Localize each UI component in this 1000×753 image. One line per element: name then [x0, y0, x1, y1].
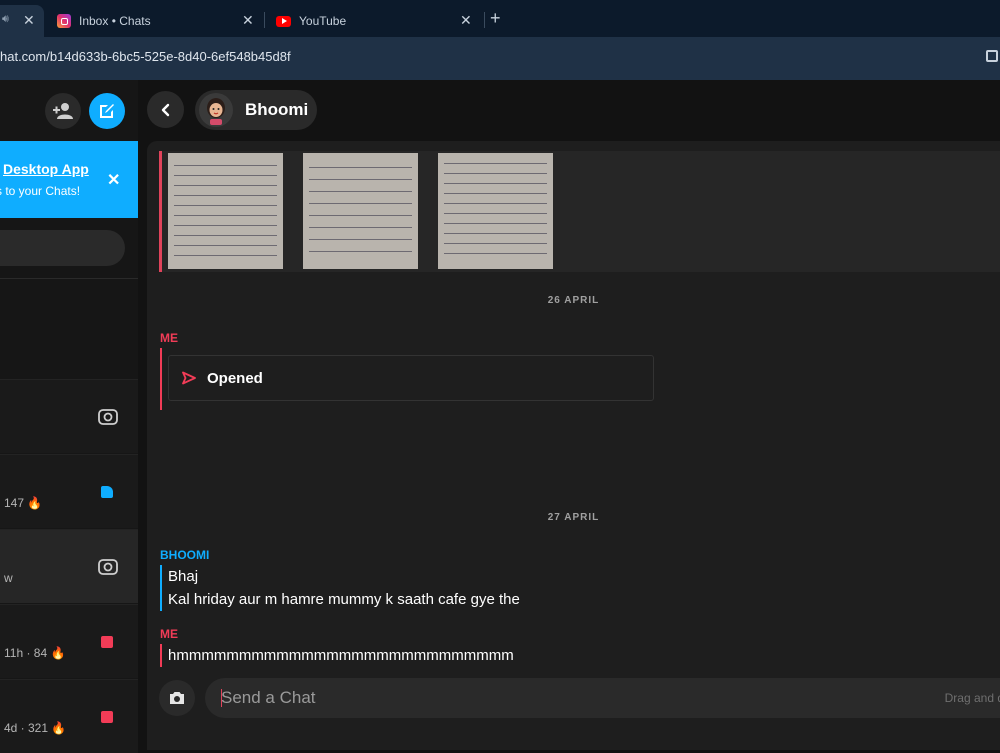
chat-list-item[interactable]: 11h · 84 🔥 [0, 604, 138, 678]
sender-label: ME [160, 331, 178, 345]
camera-icon[interactable] [98, 407, 118, 430]
sent-arrow-icon [182, 371, 196, 385]
sender-label: BHOOMI [160, 548, 210, 562]
tab-close-icon[interactable]: ✕ [23, 12, 35, 29]
speaker-icon: 🔊︎ [2, 13, 9, 25]
chat-meta: 147 🔥 [4, 496, 43, 510]
date-separator: 26 APRIL [547, 295, 600, 306]
avatar [199, 93, 233, 127]
camera-button[interactable] [159, 680, 195, 716]
message-block: hmmmmmmmmmmmmmmmmmmmmmmmmmmm [160, 644, 514, 667]
sidebar: Desktop App s to your Chats! ✕ 147 🔥 w 1… [0, 80, 138, 753]
camera-icon [170, 692, 184, 704]
chat-list-item[interactable]: 4d · 321 🔥 [0, 679, 138, 753]
tab-title: Inbox • Chats [79, 14, 151, 28]
message-text: Bhaj [168, 568, 199, 585]
search-input[interactable] [0, 230, 125, 266]
new-chat-button[interactable] [89, 93, 125, 129]
browser-tab-bar: 🔊︎ ✕ Inbox • Chats ✕ YouTube ✕ + [0, 0, 1000, 37]
tab-close-icon[interactable]: ✕ [460, 12, 472, 29]
browser-tab-snapchat[interactable]: 🔊︎ ✕ [0, 5, 44, 37]
friend-name: Bhoomi [245, 100, 309, 119]
send-chat-input[interactable] [221, 678, 921, 718]
chat-meta: 4d · 321 🔥 [4, 721, 67, 735]
message-text: hmmmmmmmmmmmmmmmmmmmmmmmmmmm [168, 647, 514, 664]
chevron-left-icon [161, 103, 169, 116]
banner-title[interactable]: Desktop App [3, 161, 89, 177]
tab-close-icon[interactable]: ✕ [242, 12, 254, 29]
back-button[interactable] [147, 91, 184, 128]
banner-close-icon[interactable]: ✕ [107, 170, 120, 190]
cast-icon[interactable] [986, 50, 998, 62]
snap-square-icon [101, 711, 113, 723]
chat-meta: w [4, 571, 13, 585]
chat-list-item[interactable]: w [0, 529, 138, 603]
banner-subtitle: s to your Chats! [0, 184, 81, 198]
media-thumbnail[interactable] [303, 153, 418, 269]
friend-profile-chip[interactable]: Bhoomi [195, 90, 317, 130]
message-block: Bhaj Kal hriday aur m hamre mummy k saat… [160, 565, 520, 611]
new-chat-icon [100, 104, 114, 118]
drag-drop-hint: Drag and d [944, 691, 1000, 705]
opened-label: Opened [207, 369, 263, 387]
sender-label: ME [160, 627, 178, 641]
snap-square-icon [101, 636, 113, 648]
desktop-app-banner[interactable]: Desktop App s to your Chats! ✕ [0, 141, 138, 218]
url-field[interactable]: hat.com/b14d633b-6bc5-525e-8d40-6ef548b4… [0, 49, 291, 64]
youtube-icon [276, 15, 291, 27]
tab-separator [484, 12, 485, 28]
instagram-icon [57, 14, 71, 28]
conversation-panel: 26 APRIL ME Opened 27 APRIL BHOOMI Bhaj … [147, 141, 1000, 750]
chat-list-item[interactable] [0, 379, 138, 453]
browser-tab-youtube[interactable]: YouTube ✕ [276, 5, 476, 37]
tab-separator [264, 12, 265, 28]
tab-title: YouTube [299, 14, 347, 28]
message-composer: Drag and d [205, 678, 1000, 718]
snapchat-web-app: Desktop App s to your Chats! ✕ 147 🔥 w 1… [0, 80, 1000, 753]
media-thumbnail[interactable] [168, 153, 283, 269]
message-block [160, 348, 162, 410]
date-separator: 27 APRIL [547, 512, 600, 523]
new-tab-button[interactable]: + [490, 8, 501, 29]
message-text: Kal hriday aur m hamre mummy k saath caf… [168, 591, 520, 608]
camera-icon[interactable] [98, 557, 118, 580]
opened-snap-status[interactable]: Opened [168, 355, 654, 401]
chat-list-item[interactable]: 147 🔥 [0, 454, 138, 528]
media-thumbnail[interactable] [438, 153, 553, 269]
chat-meta: 11h · 84 🔥 [4, 646, 66, 660]
address-bar: hat.com/b14d633b-6bc5-525e-8d40-6ef548b4… [0, 37, 1000, 80]
add-friend-icon [53, 103, 73, 119]
browser-tab-instagram[interactable]: Inbox • Chats ✕ [57, 5, 257, 37]
text-caret [221, 689, 222, 707]
chat-bubble-icon [101, 486, 113, 498]
add-friend-button[interactable] [45, 93, 81, 129]
media-attachments [159, 151, 1000, 272]
divider [0, 278, 138, 279]
